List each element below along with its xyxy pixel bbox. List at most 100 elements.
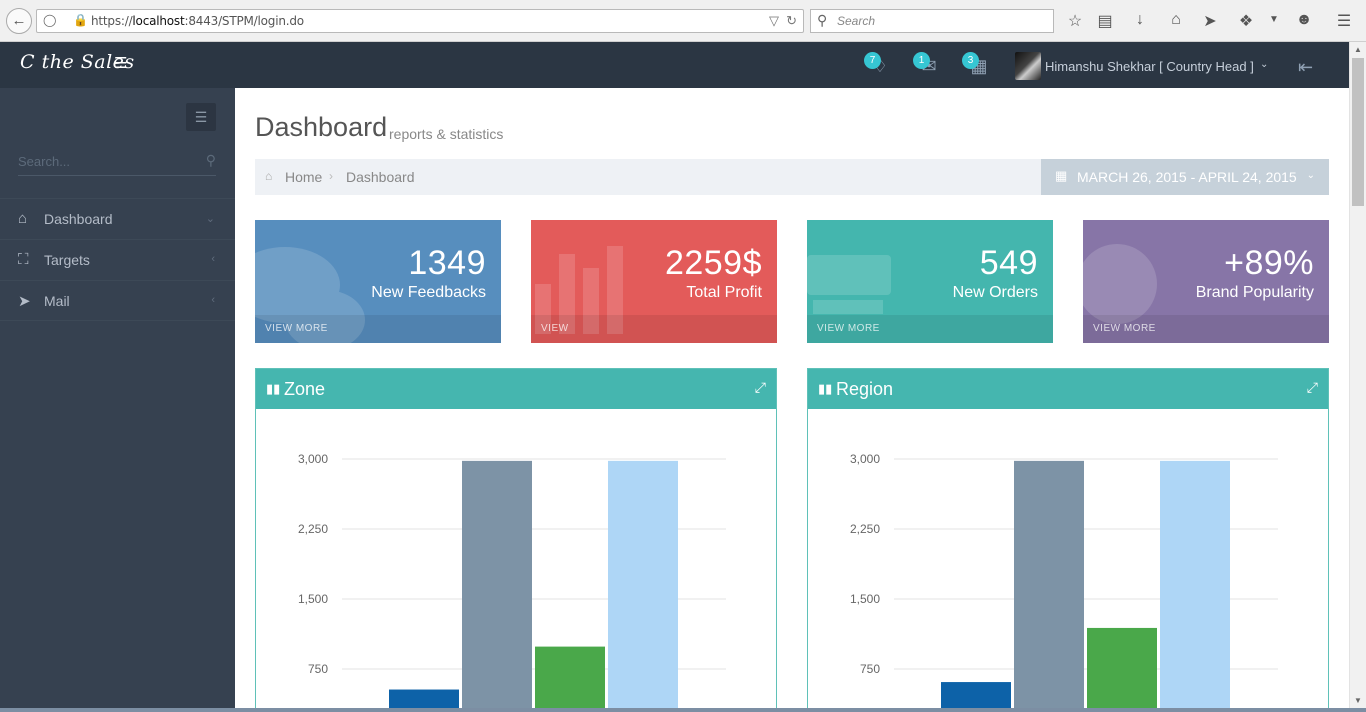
chart-bar[interactable]	[608, 460, 678, 712]
sidebar-search-placeholder: Search...	[18, 154, 71, 169]
region-portlet: ▮▮ Region ⤢ 3,000 2,250 1,500 750	[807, 368, 1329, 712]
url-text[interactable]: https://localhost:8443/STPM/login.do	[91, 14, 304, 28]
page-scrollbar[interactable]: ▲ ▼	[1349, 42, 1366, 712]
stat-label: Brand Popularity	[1195, 284, 1314, 301]
bar-chart-icon: ▮▮	[818, 381, 833, 396]
dropdown-icon[interactable]: ▽	[769, 13, 779, 29]
y-tick-label: 2,250	[850, 522, 880, 536]
chart-bar[interactable]	[1087, 627, 1157, 712]
page-subtitle: reports & statistics	[389, 126, 504, 142]
sidebar: ☰ Search... ⚲ ⌂ Dashboard ⌄ ⛶ Targets ‹ …	[0, 88, 235, 712]
browser-search-box[interactable]: ⚲ Search	[810, 9, 1054, 33]
chat-icon[interactable]: ☻	[1294, 11, 1314, 29]
date-range-picker[interactable]: ▦ MARCH 26, 2015 - APRIL 24, 2015 ⌄	[1041, 159, 1329, 195]
breadcrumb-current: Dashboard	[346, 169, 415, 185]
zone-chart: 3,000 2,250 1,500 750	[298, 452, 726, 712]
stat-number: +89%	[1224, 244, 1314, 282]
y-tick-label: 1,500	[850, 592, 880, 606]
inbox-badge: 1	[913, 52, 930, 69]
stat-number: 549	[979, 244, 1038, 282]
reading-list-icon[interactable]: ▤	[1095, 11, 1115, 31]
address-bar[interactable]: ◯ 🔒 https://localhost:8443/STPM/login.do…	[36, 9, 804, 33]
search-placeholder: Search	[837, 14, 876, 28]
breadcrumb-home-link[interactable]: Home	[285, 169, 322, 185]
view-more-label: VIEW MORE	[817, 323, 880, 334]
y-tick-label: 3,000	[850, 452, 880, 466]
home-icon: ⌂	[265, 169, 273, 183]
y-tick-label: 1,500	[298, 592, 328, 606]
region-chart: 3,000 2,250 1,500 750	[850, 452, 1278, 712]
view-more-link[interactable]: VIEW MORE	[1083, 315, 1329, 343]
stat-number: 2259$	[664, 244, 762, 282]
stat-tile-popularity: +89% Brand Popularity VIEW MORE	[1083, 220, 1329, 343]
view-more-label: VIEW MORE	[1093, 323, 1156, 334]
chevron-right-icon: ›	[329, 169, 333, 183]
chevron-down-icon[interactable]: ▼	[1264, 14, 1284, 25]
chevron-down-icon[interactable]: ⌄	[1260, 59, 1268, 70]
rocket-icon: ➤	[18, 293, 31, 310]
back-arrow-icon[interactable]: ←	[6, 8, 32, 34]
view-more-link[interactable]: VIEW	[531, 315, 777, 343]
view-more-link[interactable]: VIEW MORE	[807, 315, 1053, 343]
home-icon[interactable]: ⌂	[1166, 11, 1186, 29]
chart-bar[interactable]	[1014, 460, 1084, 712]
sidebar-toggle-button[interactable]: ☰	[186, 103, 216, 131]
fullscreen-icon[interactable]: ⤢	[755, 379, 766, 396]
sidebar-item-targets[interactable]: ⛶ Targets ‹	[0, 239, 235, 280]
app-header: C the Sales ☰ ♢ 7 ✉ 1 ▦ 3 Himanshu Shekh…	[0, 42, 1349, 88]
y-tick-label: 750	[860, 662, 880, 676]
portlet-header: ▮▮ Region ⤢	[808, 369, 1328, 409]
view-more-label: VIEW MORE	[265, 323, 328, 334]
fullscreen-icon[interactable]: ⤢	[1307, 379, 1318, 396]
search-icon: ⚲	[817, 12, 828, 28]
sidebar-item-mail[interactable]: ➤ Mail ‹	[0, 280, 235, 321]
stat-label: New Feedbacks	[371, 284, 486, 301]
extension-icon[interactable]: ❖	[1236, 11, 1256, 31]
home-icon: ⌂	[18, 210, 28, 227]
sidebar-item-label: Dashboard	[44, 211, 113, 227]
scrollbar-thumb[interactable]	[1352, 58, 1364, 206]
sidebar-item-label: Mail	[44, 293, 70, 309]
search-icon[interactable]: ⚲	[206, 152, 216, 169]
stat-number: 1349	[408, 244, 486, 282]
menu-icon[interactable]: ☰	[1334, 11, 1354, 31]
portlet-title: Region	[836, 379, 894, 399]
y-tick-label: 3,000	[298, 452, 328, 466]
chart-bar[interactable]	[535, 646, 605, 712]
shield-icon[interactable]: ◯	[43, 13, 56, 27]
view-more-link[interactable]: VIEW MORE	[255, 315, 501, 343]
chevron-left-icon: ‹	[211, 294, 215, 306]
cart-icon: ⛶	[18, 251, 29, 268]
download-icon[interactable]: ↓	[1130, 11, 1150, 29]
logout-icon[interactable]: ⇤	[1298, 57, 1313, 78]
chart-bar[interactable]	[1160, 460, 1230, 712]
scroll-up-icon[interactable]: ▲	[1354, 45, 1362, 54]
send-icon[interactable]: ➤	[1200, 11, 1220, 31]
avatar[interactable]	[1015, 52, 1041, 80]
browser-toolbar: ← ◯ 🔒 https://localhost:8443/STPM/login.…	[0, 0, 1366, 42]
chart-bar[interactable]	[462, 460, 532, 712]
reload-icon[interactable]: ↻	[786, 13, 797, 29]
portlet-title: Zone	[284, 379, 326, 399]
bookmark-star-icon[interactable]: ☆	[1065, 11, 1085, 31]
stat-tile-orders: 549 New Orders VIEW MORE	[807, 220, 1053, 343]
tasks-badge: 3	[962, 52, 979, 69]
stat-tile-profit: 2259$ Total Profit VIEW	[531, 220, 777, 343]
lock-icon[interactable]: 🔒	[73, 13, 88, 27]
stat-tile-feedbacks: 1349 New Feedbacks VIEW MORE	[255, 220, 501, 343]
portlet-header: ▮▮ Zone ⤢	[256, 369, 776, 409]
user-name[interactable]: Himanshu Shekhar [ Country Head ]	[1045, 59, 1254, 74]
calendar-icon: ▦	[1055, 168, 1068, 183]
sidebar-item-dashboard[interactable]: ⌂ Dashboard ⌄	[0, 198, 235, 239]
sidebar-search-input[interactable]: Search... ⚲	[18, 152, 216, 176]
scroll-down-icon[interactable]: ▼	[1354, 696, 1362, 705]
stat-label: Total Profit	[686, 284, 762, 301]
y-tick-label: 750	[308, 662, 328, 676]
y-tick-label: 2,250	[298, 522, 328, 536]
zone-portlet: ▮▮ Zone ⤢ 3,000 2,250 1,500 750	[255, 368, 777, 712]
chevron-left-icon: ‹	[211, 253, 215, 265]
taskbar-strip	[0, 708, 1366, 712]
page-title: Dashboard	[255, 112, 388, 142]
chevron-down-icon: ⌄	[1306, 170, 1315, 181]
notification-badge: 7	[864, 52, 881, 69]
